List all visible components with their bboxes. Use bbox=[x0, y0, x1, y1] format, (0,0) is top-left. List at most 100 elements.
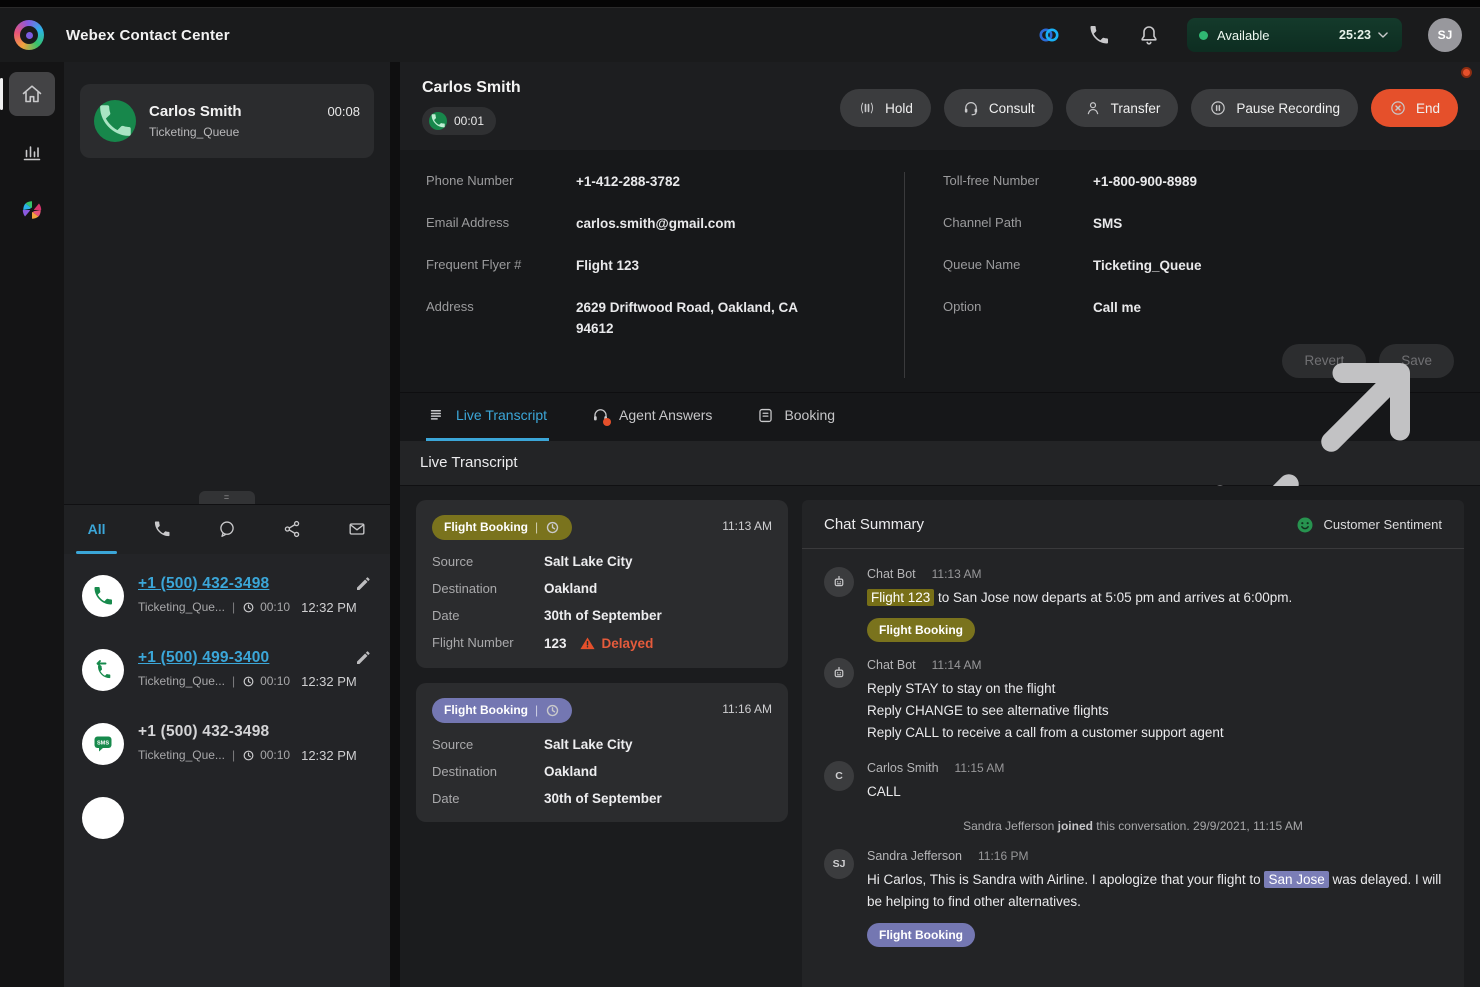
edit-icon[interactable] bbox=[354, 575, 372, 593]
user-avatar: SJ bbox=[824, 849, 854, 879]
transcript-panel-title: Live Transcript bbox=[420, 454, 518, 471]
card-field-row: Date30th of September bbox=[432, 608, 772, 623]
webex-cc-logo-icon bbox=[14, 20, 44, 50]
notification-dot-icon bbox=[603, 418, 611, 426]
filter-tab-email[interactable] bbox=[325, 505, 390, 554]
bot-icon bbox=[830, 573, 848, 591]
tab-agent-answers[interactable]: Agent Answers bbox=[589, 393, 714, 441]
transfer-button[interactable]: Transfer bbox=[1066, 89, 1179, 127]
detail-label: Channel Path bbox=[943, 214, 1093, 235]
detail-label: Queue Name bbox=[943, 256, 1093, 277]
card-field-label: Source bbox=[432, 554, 544, 569]
webexcc-icon bbox=[20, 198, 44, 222]
filter-tab-chats[interactable] bbox=[194, 505, 259, 554]
hold-label: Hold bbox=[885, 101, 913, 116]
tab-label: Live Transcript bbox=[456, 407, 547, 423]
flight-booking-badge: Flight Booking| bbox=[432, 515, 572, 540]
phone-icon[interactable] bbox=[1087, 23, 1111, 47]
chat-icon bbox=[217, 519, 237, 539]
flight-booking-card[interactable]: Flight Booking|11:13 AMSourceSalt Lake C… bbox=[416, 500, 788, 668]
history-duration: 00:10 bbox=[242, 674, 290, 688]
history-time: 12:32 PM bbox=[301, 674, 357, 689]
card-field-value: Salt Lake City bbox=[544, 737, 633, 752]
message-text: Reply STAY to stay on the flight bbox=[867, 681, 1055, 696]
message-text: Reply CHANGE to see alternative flights bbox=[867, 703, 1109, 718]
notifications-bell-icon[interactable] bbox=[1137, 23, 1161, 47]
sentiment-label: Customer Sentiment bbox=[1324, 517, 1443, 532]
card-field-label: Source bbox=[432, 737, 544, 752]
customer-sentiment[interactable]: Customer Sentiment bbox=[1295, 515, 1443, 535]
card-field-value: Oakland bbox=[544, 764, 597, 779]
card-field-label: Date bbox=[432, 791, 544, 806]
status-label: Available bbox=[1217, 28, 1270, 43]
chat-summary-title: Chat Summary bbox=[824, 516, 924, 533]
history-phone-number[interactable]: +1 (500) 432-3498 bbox=[138, 575, 269, 593]
filter-tab-label: All bbox=[88, 521, 106, 537]
message-line: Hi Carlos, This is Sandra with Airline. … bbox=[867, 869, 1442, 914]
call-action-buttons: Hold Consult Transfer Pause Recording End bbox=[840, 89, 1458, 127]
listlines-icon bbox=[428, 406, 447, 425]
detail-row: Toll-free Number+1-800-900-8989 bbox=[943, 172, 1454, 193]
history-queue: Ticketing_Que... bbox=[138, 748, 225, 762]
card-field-label: Flight Number bbox=[432, 635, 544, 652]
message-time: 11:16 PM bbox=[978, 849, 1028, 863]
message-time: 11:15 AM bbox=[955, 761, 1005, 775]
card-field-row: DestinationOakland bbox=[432, 581, 772, 596]
transfer-label: Transfer bbox=[1111, 101, 1161, 116]
rail-item-webex-cc-app[interactable] bbox=[9, 188, 55, 232]
active-interaction-card[interactable]: Carlos Smith Ticketing_Queue 00:08 bbox=[80, 84, 374, 158]
filter-tab-all[interactable]: All bbox=[64, 505, 129, 554]
avatar-partial bbox=[82, 797, 124, 839]
contact-name: Carlos Smith bbox=[422, 79, 521, 97]
pause-recording-label: Pause Recording bbox=[1236, 101, 1340, 116]
home-icon bbox=[20, 82, 44, 106]
agent-avatar[interactable]: SJ bbox=[1428, 18, 1462, 52]
tab-live-transcript[interactable]: Live Transcript bbox=[426, 393, 549, 441]
call-icon bbox=[91, 584, 115, 608]
consult-icon bbox=[962, 99, 980, 117]
flight-booking-card[interactable]: Flight Booking|11:16 AMSourceSalt Lake C… bbox=[416, 683, 788, 822]
history-queue: Ticketing_Que... bbox=[138, 600, 225, 614]
duration-value: 00:10 bbox=[260, 748, 290, 762]
caller-name: Carlos Smith bbox=[149, 103, 242, 120]
available-dot-icon bbox=[1199, 31, 1208, 40]
filter-tab-social[interactable] bbox=[260, 505, 325, 554]
history-phone-number[interactable]: +1 (500) 499-3400 bbox=[138, 649, 269, 667]
nav-rail bbox=[0, 62, 64, 987]
tab-booking[interactable]: Booking bbox=[754, 393, 837, 441]
phone-icon bbox=[152, 519, 172, 539]
clock-icon bbox=[242, 601, 255, 614]
rail-item-home[interactable] bbox=[9, 72, 55, 116]
end-button[interactable]: End bbox=[1371, 89, 1458, 127]
transfer-call-icon bbox=[91, 658, 115, 682]
call-phone-icon bbox=[429, 112, 447, 130]
interaction-history-list: +1 (500) 432-3498Ticketing_Que...|00:101… bbox=[64, 554, 390, 987]
card-timestamp: 11:16 AM bbox=[722, 698, 772, 716]
chat-messages-list: Chat Bot11:13 AMFlight 123 to San Jose n… bbox=[802, 549, 1464, 987]
history-item[interactable]: SMS+1 (500) 432-3498Ticketing_Que...|00:… bbox=[64, 706, 390, 780]
history-duration: 00:10 bbox=[242, 600, 290, 614]
card-field-value: Salt Lake City bbox=[544, 554, 633, 569]
warning-icon bbox=[579, 635, 596, 652]
hold-button[interactable]: Hold bbox=[840, 89, 931, 127]
sentiment-smiley-icon bbox=[1295, 515, 1315, 535]
history-item[interactable]: +1 (500) 432-3498Ticketing_Que...|00:101… bbox=[64, 558, 390, 632]
card-field-label: Destination bbox=[432, 581, 544, 596]
badge-label: Flight Booking bbox=[444, 520, 528, 534]
caller-queue: Ticketing_Queue bbox=[149, 125, 242, 139]
message-line: Flight 123 to San Jose now departs at 5:… bbox=[867, 587, 1292, 609]
card-field-row: SourceSalt Lake City bbox=[432, 737, 772, 752]
filter-tab-calls[interactable] bbox=[129, 505, 194, 554]
history-item[interactable]: +1 (500) 499-3400Ticketing_Que...|00:101… bbox=[64, 632, 390, 706]
pause-recording-button[interactable]: Pause Recording bbox=[1191, 89, 1358, 127]
detail-value: 2629 Driftwood Road, Oakland, CA 94612 bbox=[576, 298, 821, 340]
edit-icon[interactable] bbox=[354, 649, 372, 667]
highlighted-entity: San Jose bbox=[1264, 871, 1328, 888]
panel-drag-handle[interactable]: = bbox=[199, 491, 255, 504]
availability-status-dropdown[interactable]: Available 25:23 bbox=[1187, 18, 1402, 52]
message-line: Reply CALL to receive a call from a cust… bbox=[867, 722, 1224, 744]
rail-item-analytics[interactable] bbox=[9, 130, 55, 174]
webex-app-icon[interactable] bbox=[1037, 23, 1061, 47]
consult-button[interactable]: Consult bbox=[944, 89, 1053, 127]
app-header: Webex Contact Center Available 25:23 SJ bbox=[0, 8, 1480, 62]
